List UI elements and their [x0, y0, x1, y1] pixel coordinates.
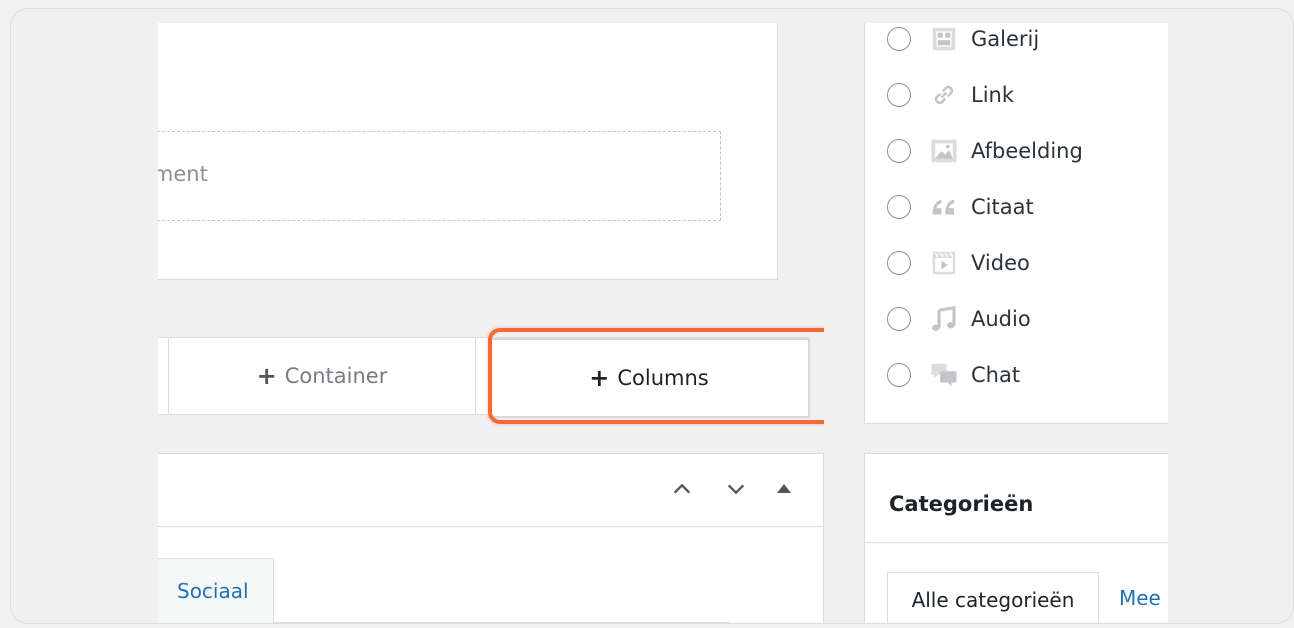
add-container-label: Container — [284, 364, 388, 388]
add-buttons-row: + Container + Columns — [158, 337, 810, 418]
column-gutter — [824, 23, 864, 623]
format-option-video[interactable]: Video — [887, 243, 1030, 283]
categories-title: Categorieën — [889, 492, 1034, 516]
seo-meta-panel: Sociaal — [158, 453, 824, 623]
format-option-audio[interactable]: Audio — [887, 299, 1031, 339]
radio-button[interactable] — [887, 307, 911, 331]
quote-icon — [927, 190, 961, 224]
format-option-link[interactable]: Link — [887, 75, 1014, 115]
plus-icon: + — [589, 364, 610, 392]
panel-tabs: Sociaal — [158, 558, 749, 623]
chevron-down-icon[interactable] — [725, 478, 747, 500]
editor-area: ement + Container + Columns — [158, 23, 1168, 623]
format-label: Afbeelding — [971, 139, 1083, 163]
tab-sociaal[interactable]: Sociaal — [158, 558, 274, 623]
radio-button[interactable] — [887, 83, 911, 107]
format-label: Galerij — [971, 27, 1040, 51]
radio-button[interactable] — [887, 363, 911, 387]
gallery-icon — [927, 23, 961, 56]
format-option-chat[interactable]: Chat — [887, 355, 1020, 395]
radio-button[interactable] — [887, 139, 911, 163]
add-container-button[interactable]: + Container — [168, 338, 476, 414]
format-option-citaat[interactable]: Citaat — [887, 187, 1034, 227]
screenshot-frame: ement + Container + Columns — [10, 8, 1294, 624]
tab-most-used[interactable]: Mee — [1119, 586, 1161, 610]
tab-divider — [273, 622, 729, 623]
chat-icon — [927, 358, 961, 392]
builder-content-box: ement — [158, 23, 778, 280]
categories-panel: Categorieën Alle categorieën Mee — [864, 453, 1168, 623]
radio-button[interactable] — [887, 27, 911, 51]
image-icon — [927, 134, 961, 168]
tab-all-categories[interactable]: Alle categorieën — [887, 572, 1099, 623]
radio-button[interactable] — [887, 251, 911, 275]
format-label: Audio — [971, 307, 1031, 331]
share-icon — [158, 575, 159, 607]
add-element-label: ement — [158, 162, 208, 186]
add-columns-button[interactable]: + Columns — [488, 338, 810, 418]
plus-icon: + — [256, 362, 277, 390]
add-element-dropzone[interactable]: ement — [158, 131, 721, 221]
format-label: Chat — [971, 363, 1021, 387]
chevron-up-icon[interactable] — [671, 478, 693, 500]
audio-icon — [927, 302, 961, 336]
radio-button[interactable] — [887, 195, 911, 219]
post-format-panel: Galerij Link Afbeelding Citaat Video Aud… — [864, 23, 1168, 424]
format-option-afbeelding[interactable]: Afbeelding — [887, 131, 1083, 171]
tab-sociaal-label: Sociaal — [177, 579, 249, 603]
video-icon — [927, 246, 961, 280]
format-option-galerij[interactable]: Galerij — [887, 23, 1039, 59]
panel-header — [158, 454, 823, 527]
format-label: Video — [971, 251, 1030, 275]
link-icon — [927, 78, 961, 112]
format-label: Citaat — [971, 195, 1034, 219]
panel-header-divider — [865, 542, 1168, 543]
format-label: Link — [971, 83, 1015, 107]
collapse-toggle-icon[interactable] — [777, 484, 791, 493]
add-columns-label: Columns — [617, 366, 709, 390]
